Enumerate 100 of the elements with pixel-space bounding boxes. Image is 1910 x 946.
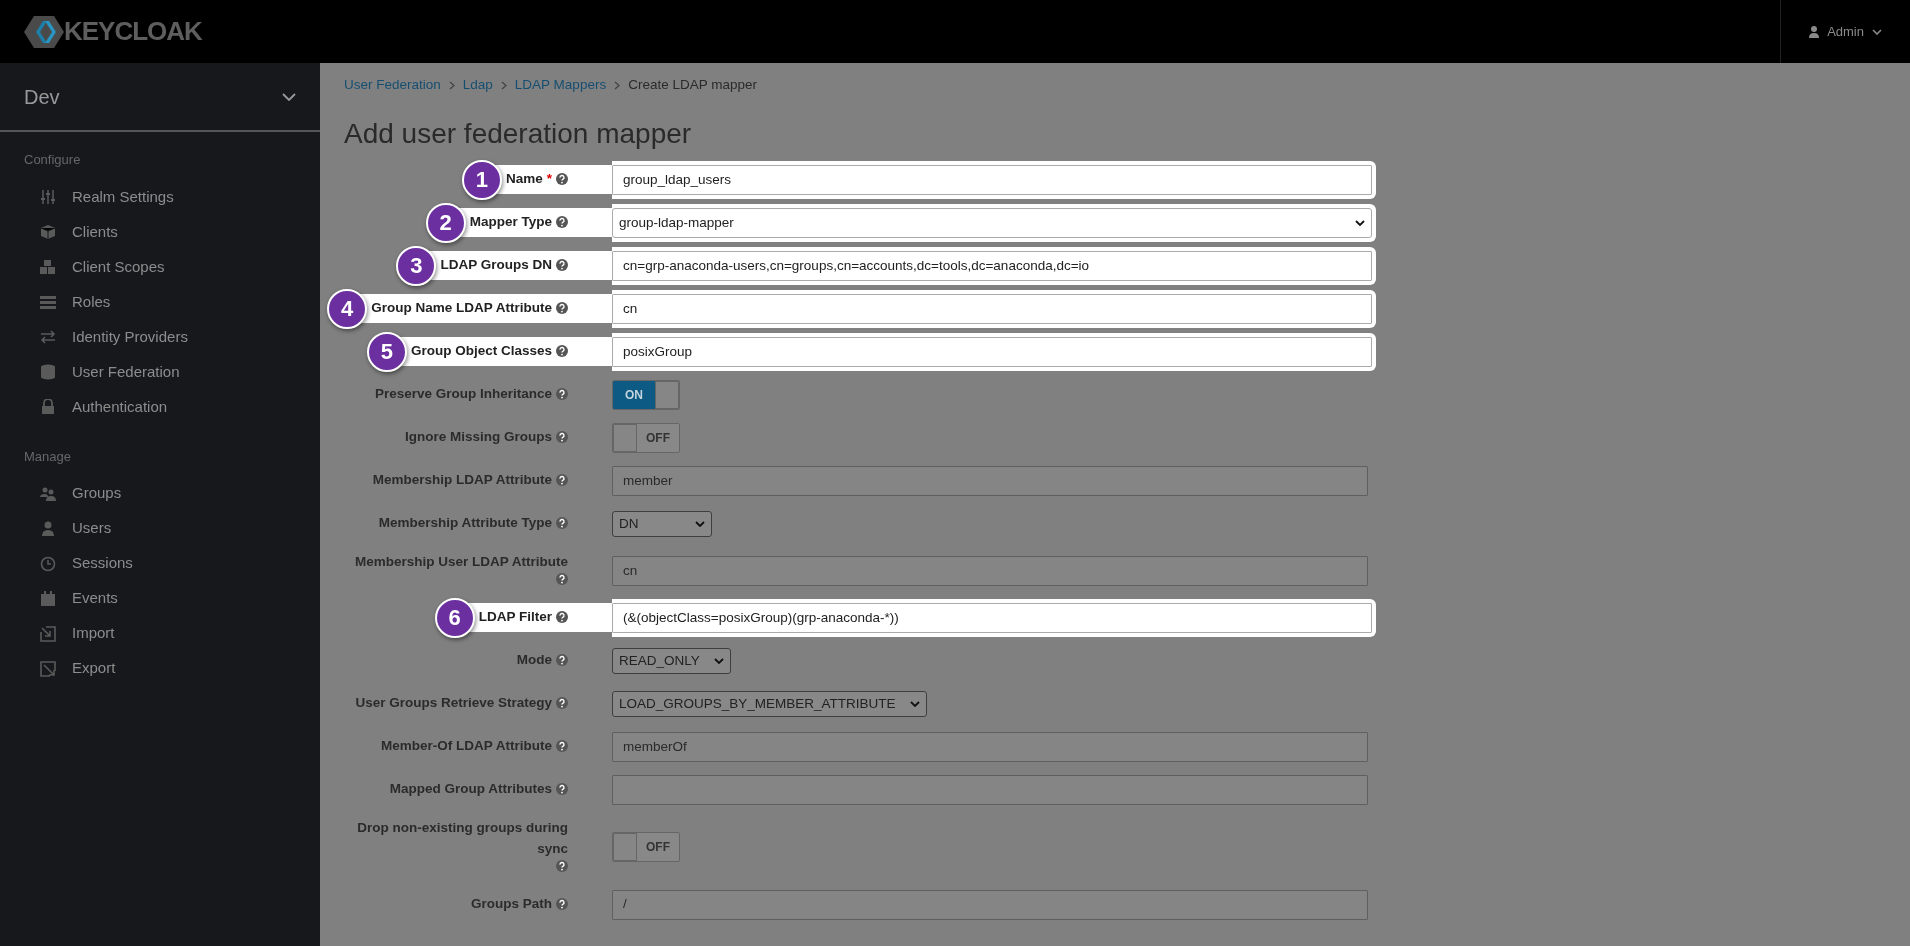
section-heading: Manage — [23, 447, 72, 466]
caret-icon — [1355, 219, 1365, 226]
lock-icon — [40, 399, 56, 415]
step-badge: 1 — [461, 159, 502, 200]
chevron-right-icon — [614, 80, 621, 90]
help-icon[interactable] — [556, 431, 568, 444]
select-dropdown[interactable]: group-ldap-mapper — [612, 207, 1372, 238]
input-field[interactable]: (&(objectClass=posixGroup)(grp-anaconda-*)) — [612, 602, 1372, 633]
sidebar-item[interactable]: Roles — [0, 284, 320, 320]
chevron-right-icon — [448, 80, 455, 90]
help-icon[interactable] — [556, 216, 568, 229]
field-label: Membership LDAP Attribute — [372, 471, 552, 490]
users-icon — [40, 485, 56, 502]
field-label: Mapped Group Attributes — [389, 780, 552, 799]
field-label: Drop non-existing groups during sync — [356, 818, 568, 858]
step-badge: 5 — [366, 331, 407, 372]
sidebar-item[interactable]: Import — [0, 616, 320, 651]
sidebar-item[interactable]: Authentication — [0, 389, 320, 425]
step-badge: 3 — [396, 245, 437, 286]
arrows-icon — [40, 329, 56, 345]
select-dropdown[interactable]: DN — [612, 510, 712, 537]
input-field[interactable]: cn — [612, 555, 1368, 586]
caret-icon — [909, 700, 920, 707]
sidebar-item[interactable]: Sessions — [0, 546, 320, 581]
help-icon[interactable] — [556, 173, 568, 186]
field-label: Mode — [516, 651, 552, 670]
help-icon[interactable] — [556, 474, 568, 487]
caret-icon — [713, 657, 724, 664]
import-icon — [40, 625, 56, 642]
help-icon[interactable] — [556, 611, 568, 624]
help-icon[interactable] — [556, 517, 568, 530]
chevron-right-icon — [500, 80, 507, 90]
input-field[interactable]: posixGroup — [612, 336, 1372, 367]
calendar-icon — [40, 590, 56, 607]
user-icon — [40, 520, 56, 537]
help-icon[interactable] — [556, 388, 568, 401]
help-icon[interactable] — [556, 572, 568, 585]
field-label: Group Object Classes — [410, 342, 552, 361]
field-label: Preserve Group Inheritance — [374, 385, 552, 404]
toggle-switch[interactable]: OFF — [612, 422, 680, 453]
database-icon — [40, 364, 56, 380]
field-label: LDAP Filter — [478, 608, 552, 627]
chevron-down-icon — [282, 92, 296, 101]
input-field[interactable]: group_ldap_users — [612, 164, 1372, 195]
input-field[interactable]: member — [612, 465, 1368, 496]
field-label: Ignore Missing Groups — [405, 428, 552, 447]
field-label: Member-Of LDAP Attribute — [381, 737, 552, 756]
help-icon[interactable] — [556, 898, 568, 911]
sidebar-item[interactable]: User Federation — [0, 354, 320, 390]
help-icon[interactable] — [556, 302, 568, 315]
sidebar-item[interactable]: Clients — [0, 214, 320, 250]
step-badge: 6 — [434, 597, 475, 638]
list-icon — [40, 294, 56, 310]
user-menu[interactable]: Admin — [1780, 0, 1910, 63]
sidebar-item[interactable]: Export — [0, 651, 320, 686]
sidebar-item[interactable]: Events — [0, 581, 320, 616]
toggle-switch[interactable]: OFF — [612, 832, 680, 863]
step-badge: 2 — [425, 202, 466, 243]
input-field[interactable]: cn=grp-anaconda-users,cn=groups,cn=accounts,dc=tools,dc=anaconda,dc=io — [612, 250, 1372, 281]
realm-selector[interactable]: Dev — [0, 63, 320, 132]
field-label: Groups Path — [471, 895, 552, 914]
input-field[interactable] — [612, 774, 1368, 805]
caret-icon — [695, 520, 705, 527]
field-label: Name — [505, 170, 543, 189]
section-heading: Configure — [23, 151, 82, 169]
sidebar-item[interactable]: Realm Settings — [0, 179, 320, 215]
help-icon[interactable] — [556, 740, 568, 753]
cubes-icon — [40, 259, 56, 275]
field-label: Group Name LDAP Attribute — [371, 299, 552, 318]
field-label: Mapper Type — [469, 213, 552, 232]
field-label: LDAP Groups DN — [440, 256, 552, 275]
user-icon — [1809, 25, 1820, 38]
sidebar-item[interactable]: Users — [0, 511, 320, 546]
input-field[interactable]: cn — [612, 293, 1372, 324]
step-badge: 4 — [327, 288, 368, 329]
caret-icon — [1872, 28, 1882, 35]
select-dropdown[interactable]: LOAD_GROUPS_BY_MEMBER_ATTRIBUTE — [612, 690, 927, 717]
field-label: User Groups Retrieve Strategy — [355, 694, 552, 713]
input-field[interactable]: / — [612, 889, 1368, 920]
page-title: Add user federation mapper — [344, 117, 693, 151]
clock-icon — [40, 555, 56, 572]
field-label: Membership User LDAP Attribute — [354, 552, 568, 571]
export-icon — [40, 660, 56, 677]
toggle-switch[interactable]: ON — [612, 379, 680, 410]
field-label: Membership Attribute Type — [378, 514, 552, 533]
help-icon[interactable] — [556, 859, 568, 872]
help-icon[interactable] — [556, 697, 568, 710]
sidebar-item[interactable]: Groups — [0, 476, 320, 511]
sidebar-item[interactable]: Identity Providers — [0, 319, 320, 355]
sidebar-item[interactable]: Client Scopes — [0, 249, 320, 285]
help-icon[interactable] — [556, 654, 568, 667]
help-icon[interactable] — [556, 345, 568, 358]
breadcrumb-current: Create LDAP mapper — [628, 76, 757, 94]
select-dropdown[interactable]: READ_ONLY — [612, 647, 731, 674]
help-icon[interactable] — [556, 783, 568, 796]
input-field[interactable]: memberOf — [612, 731, 1368, 762]
required-mark: * — [546, 170, 552, 189]
cube-icon — [40, 224, 56, 240]
logo-icon — [24, 14, 64, 49]
help-icon[interactable] — [556, 259, 568, 272]
